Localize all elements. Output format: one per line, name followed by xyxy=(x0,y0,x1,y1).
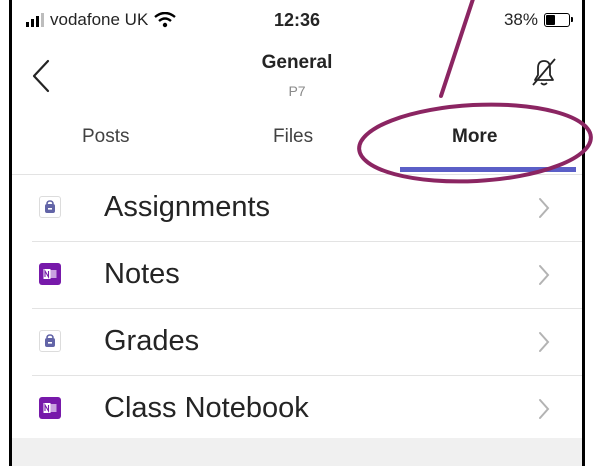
tab-bar: Posts Files More xyxy=(12,118,582,175)
chevron-right-icon xyxy=(539,399,550,419)
active-tab-indicator xyxy=(400,167,576,172)
phone-screen: vodafone UK 12:36 38% General P7 Posts F… xyxy=(9,0,585,466)
list-footer-area xyxy=(12,438,582,466)
assignments-bag-icon xyxy=(39,330,61,352)
chevron-right-icon xyxy=(539,332,550,352)
list-item-assignments[interactable]: Assignments xyxy=(32,175,582,242)
channel-title: General xyxy=(261,52,333,73)
bell-muted-icon[interactable] xyxy=(530,56,558,88)
list-item-notes[interactable]: Notes xyxy=(32,242,582,309)
chevron-right-icon xyxy=(539,198,550,218)
tab-more[interactable]: More xyxy=(452,126,497,148)
tab-posts[interactable]: Posts xyxy=(82,126,130,148)
chevron-right-icon xyxy=(539,265,550,285)
battery-group: 38% xyxy=(503,10,573,30)
team-subtitle: P7 xyxy=(288,83,306,99)
assignments-bag-icon xyxy=(39,196,61,218)
battery-icon xyxy=(544,13,573,27)
list-item-label: Notes xyxy=(104,258,180,290)
list-item-grades[interactable]: Grades xyxy=(32,309,582,376)
onenote-icon xyxy=(39,263,61,285)
more-apps-list: Assignments Notes Grades Class Notebook xyxy=(12,175,582,443)
list-item-label: Assignments xyxy=(104,191,271,223)
tab-files[interactable]: Files xyxy=(273,126,313,148)
list-item-class-notebook[interactable]: Class Notebook xyxy=(32,376,582,443)
battery-percent: 38% xyxy=(503,10,538,29)
onenote-icon xyxy=(39,397,61,419)
status-time: 12:36 xyxy=(273,10,321,30)
status-bar: vodafone UK 12:36 38% xyxy=(12,8,582,34)
list-item-label: Grades xyxy=(104,325,200,357)
list-item-label: Class Notebook xyxy=(104,392,309,424)
